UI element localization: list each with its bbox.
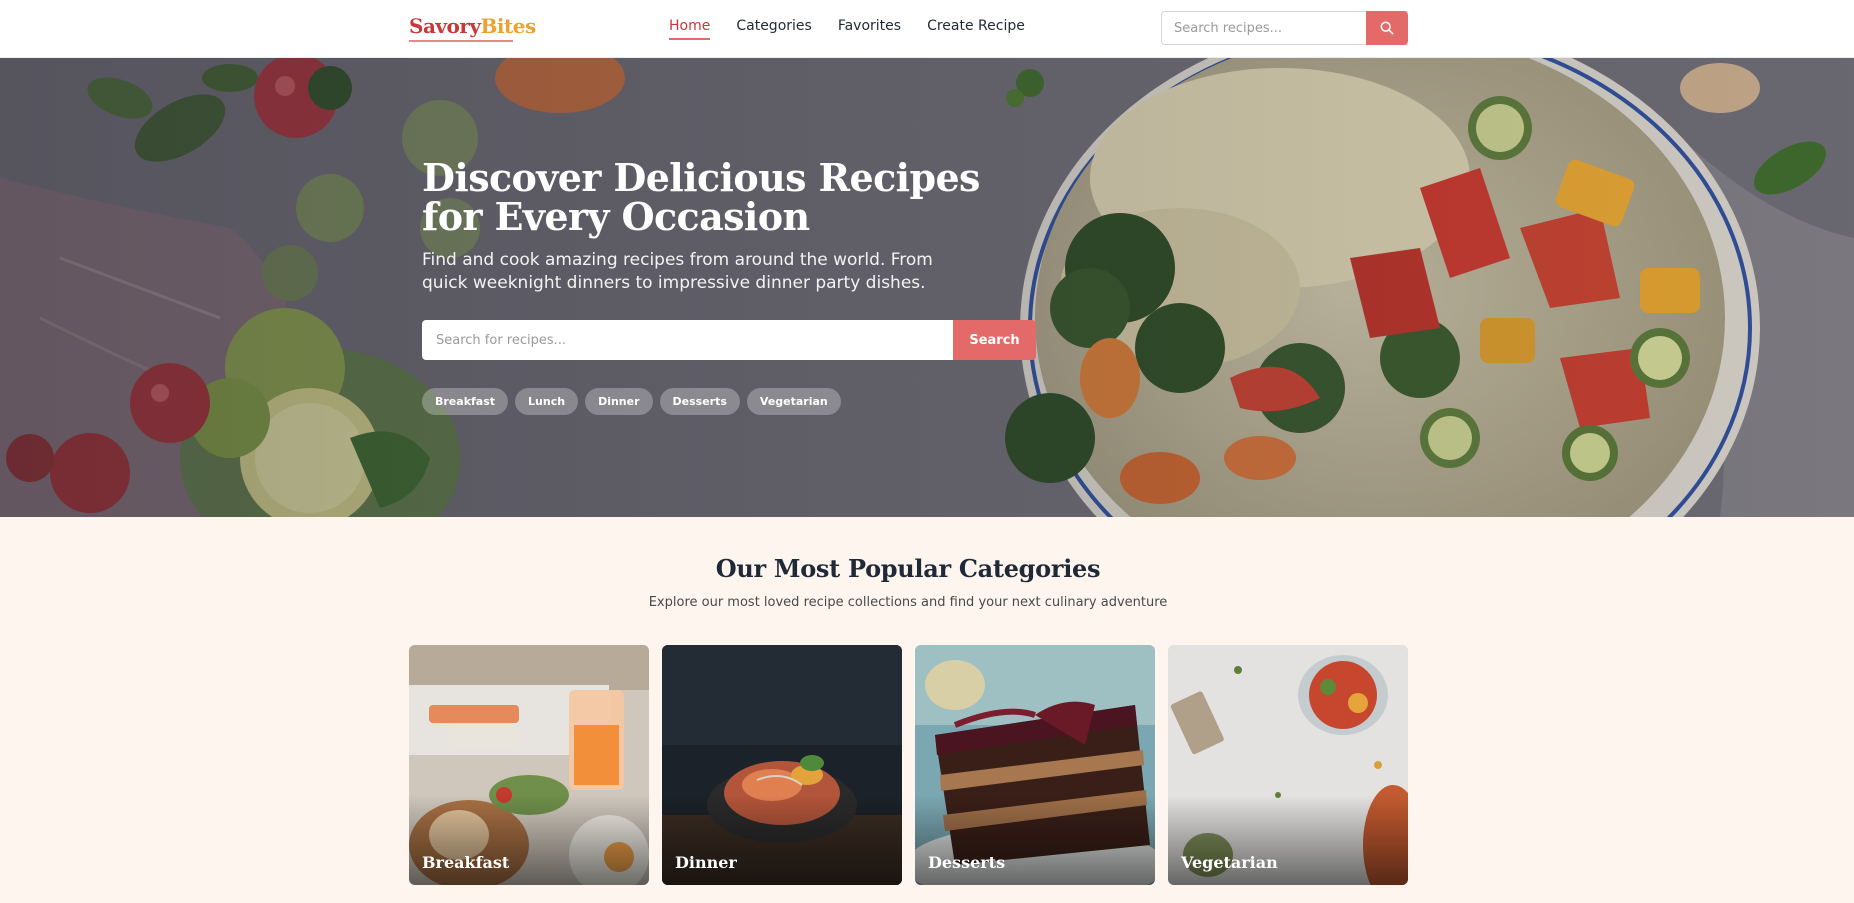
category-card-label: Desserts bbox=[928, 853, 1006, 872]
category-card-breakfast[interactable]: Breakfast bbox=[409, 645, 649, 885]
category-card-desserts[interactable]: Desserts bbox=[915, 645, 1155, 885]
tag-vegetarian[interactable]: Vegetarian bbox=[746, 388, 841, 415]
category-card-label: Breakfast bbox=[422, 853, 510, 872]
navbar: SavoryBites Home Categories Favorites Cr… bbox=[0, 0, 1854, 58]
hero-search-button[interactable]: Search bbox=[953, 320, 1036, 360]
category-card-dinner[interactable]: Dinner bbox=[662, 645, 902, 885]
hero-tag-list: Breakfast Lunch Dinner Desserts Vegetari… bbox=[422, 388, 841, 415]
nav-link-categories[interactable]: Categories bbox=[736, 18, 811, 40]
main-nav: Home Categories Favorites Create Recipe bbox=[669, 18, 1025, 40]
tag-dinner[interactable]: Dinner bbox=[585, 388, 653, 415]
brand-name-part1: Savory bbox=[409, 14, 481, 38]
hero-subtitle: Find and cook amazing recipes from aroun… bbox=[422, 250, 933, 293]
hero-section: Discover Delicious Recipes for Every Occ… bbox=[0, 58, 1854, 517]
category-card-label: Dinner bbox=[675, 853, 737, 872]
nav-search-button[interactable] bbox=[1366, 11, 1408, 45]
hero-title: Discover Delicious Recipes for Every Occ… bbox=[422, 155, 980, 239]
category-card-vegetarian[interactable]: Vegetarian bbox=[1168, 645, 1408, 885]
categories-title: Our Most Popular Categories bbox=[715, 554, 1101, 583]
category-card-list: Breakfast Dinner Desserts Vegetarian bbox=[409, 645, 1408, 885]
brand-logo[interactable]: SavoryBites bbox=[409, 14, 536, 38]
tag-lunch[interactable]: Lunch bbox=[515, 388, 579, 415]
search-icon bbox=[1380, 21, 1394, 35]
logo-underline bbox=[409, 40, 513, 42]
category-card-label: Vegetarian bbox=[1181, 853, 1278, 872]
categories-subtitle: Explore our most loved recipe collection… bbox=[648, 595, 1168, 610]
brand-name-part2: Bites bbox=[480, 14, 537, 38]
tag-breakfast[interactable]: Breakfast bbox=[422, 388, 509, 415]
tag-desserts[interactable]: Desserts bbox=[659, 388, 740, 415]
hero-search-input[interactable] bbox=[422, 320, 953, 360]
nav-link-create-recipe[interactable]: Create Recipe bbox=[927, 18, 1025, 40]
nav-link-home[interactable]: Home bbox=[669, 18, 711, 40]
nav-link-favorites[interactable]: Favorites bbox=[838, 18, 901, 40]
